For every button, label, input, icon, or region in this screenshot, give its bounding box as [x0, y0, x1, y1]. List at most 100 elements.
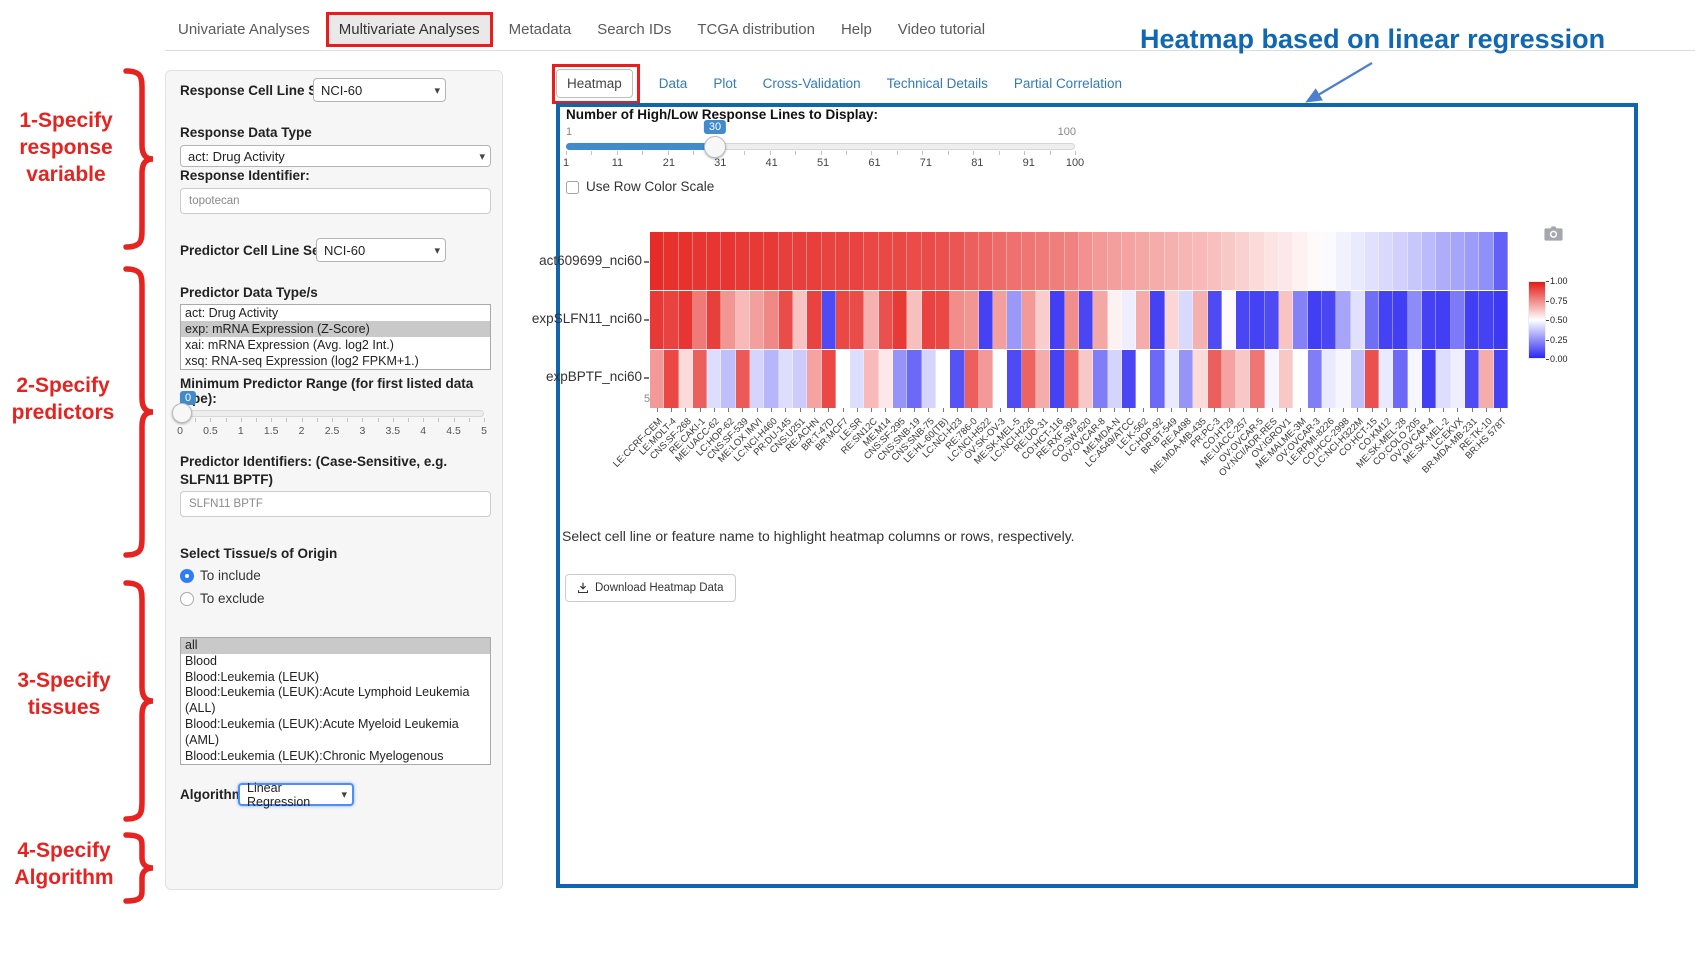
heatmap-cell[interactable]: [979, 232, 993, 290]
heatmap-cell[interactable]: [1036, 232, 1050, 290]
heatmap-cell[interactable]: [879, 291, 893, 349]
heatmap-cell[interactable]: [1136, 291, 1150, 349]
heatmap-cell[interactable]: [936, 291, 950, 349]
heatmap-cell[interactable]: [1093, 291, 1107, 349]
heatmap-cell[interactable]: [1108, 291, 1122, 349]
heatmap-cell[interactable]: [1036, 350, 1050, 408]
heatmap-cell[interactable]: [993, 350, 1007, 408]
heatmap-cell[interactable]: [1222, 291, 1236, 349]
heatmap-cell[interactable]: [764, 291, 778, 349]
heatmap-cell[interactable]: [1293, 232, 1307, 290]
heatmap-cell[interactable]: [736, 232, 750, 290]
heatmap-cell[interactable]: [1150, 291, 1164, 349]
heatmap-row-label[interactable]: act609699_nci60: [516, 253, 642, 268]
heatmap-cell[interactable]: [664, 291, 678, 349]
heatmap-cell[interactable]: [922, 350, 936, 408]
heatmap-cell[interactable]: [850, 232, 864, 290]
heatmap-cell[interactable]: [1408, 350, 1422, 408]
heatmap-cell[interactable]: [879, 232, 893, 290]
nav-item-univariate-analyses[interactable]: Univariate Analyses: [168, 13, 320, 46]
heatmap-cell[interactable]: [1465, 232, 1479, 290]
heatmap-cell[interactable]: [850, 291, 864, 349]
heatmap-cell[interactable]: [664, 232, 678, 290]
listbox-option[interactable]: xai: mRNA Expression (Avg. log2 Int.): [181, 337, 490, 353]
heatmap-cell[interactable]: [950, 350, 964, 408]
heatmap-row-label[interactable]: expSLFN11_nci60: [516, 311, 642, 326]
heatmap-cell[interactable]: [764, 232, 778, 290]
heatmap-cell[interactable]: [822, 291, 836, 349]
heatmap-cell[interactable]: [1093, 232, 1107, 290]
heatmap-cell[interactable]: [650, 232, 664, 290]
heatmap-cell[interactable]: [1351, 291, 1365, 349]
heatmap-cell[interactable]: [1007, 232, 1021, 290]
use-row-color-scale-checkbox[interactable]: [566, 181, 579, 194]
heatmap-cell[interactable]: [907, 232, 921, 290]
listbox-option[interactable]: xsq: RNA-seq Expression (log2 FPKM+1.): [181, 353, 490, 369]
heatmap-cell[interactable]: [650, 291, 664, 349]
heatmap-cell[interactable]: [1336, 350, 1350, 408]
heatmap-cell[interactable]: [936, 350, 950, 408]
heatmap-cell[interactable]: [1422, 291, 1436, 349]
heatmap-cell[interactable]: [779, 350, 793, 408]
heatmap-cell[interactable]: [1408, 291, 1422, 349]
heatmap-cell[interactable]: [950, 232, 964, 290]
heatmap-cell[interactable]: [1379, 232, 1393, 290]
heatmap-cell[interactable]: [1279, 232, 1293, 290]
heatmap-cell[interactable]: [1079, 232, 1093, 290]
heatmap-cell[interactable]: [1293, 291, 1307, 349]
heatmap-cell[interactable]: [879, 350, 893, 408]
heatmap-cell[interactable]: [1022, 291, 1036, 349]
heatmap-cell[interactable]: [1208, 350, 1222, 408]
heatmap-cell[interactable]: [1065, 291, 1079, 349]
heatmap-cell[interactable]: [893, 232, 907, 290]
heatmap-cell[interactable]: [1208, 291, 1222, 349]
nav-item-search-ids[interactable]: Search IDs: [587, 13, 681, 46]
heatmap-cell[interactable]: [965, 291, 979, 349]
heatmap-cell[interactable]: [1050, 232, 1064, 290]
nav-item-tcga-distribution[interactable]: TCGA distribution: [687, 13, 825, 46]
heatmap-cell[interactable]: [1494, 232, 1508, 290]
heatmap-cell[interactable]: [1193, 232, 1207, 290]
heatmap-cell[interactable]: [1494, 291, 1508, 349]
heatmap-cell[interactable]: [1079, 291, 1093, 349]
heatmap-cell[interactable]: [793, 350, 807, 408]
heatmap-cell[interactable]: [1465, 291, 1479, 349]
heatmap-cell[interactable]: [1007, 350, 1021, 408]
response-cell-line-set-select[interactable]: NCI-60▾: [313, 78, 446, 102]
nav-item-metadata[interactable]: Metadata: [499, 13, 582, 46]
tab-technical-details[interactable]: Technical Details: [887, 76, 988, 91]
heatmap-cell[interactable]: [1451, 232, 1465, 290]
heatmap-cell[interactable]: [1208, 232, 1222, 290]
heatmap-cell[interactable]: [907, 350, 921, 408]
tab-data[interactable]: Data: [659, 76, 688, 91]
heatmap-cell[interactable]: [1165, 291, 1179, 349]
heatmap-cell[interactable]: [793, 291, 807, 349]
heatmap-cell[interactable]: [1236, 350, 1250, 408]
tab-cross-validation[interactable]: Cross-Validation: [763, 76, 861, 91]
heatmap-cell[interactable]: [1365, 291, 1379, 349]
heatmap-cell[interactable]: [1179, 291, 1193, 349]
heatmap-cell[interactable]: [922, 291, 936, 349]
heatmap-cell[interactable]: [1122, 291, 1136, 349]
heatmap-cell[interactable]: [650, 350, 664, 408]
heatmap-cell[interactable]: [1436, 232, 1450, 290]
heatmap-cell[interactable]: [1365, 232, 1379, 290]
heatmap-cell[interactable]: [1150, 232, 1164, 290]
listbox-option[interactable]: Blood:Leukemia (LEUK): [181, 670, 490, 686]
heatmap-cell[interactable]: [1479, 350, 1493, 408]
heatmap-cell[interactable]: [1479, 291, 1493, 349]
heatmap-cell[interactable]: [736, 350, 750, 408]
heatmap-cell[interactable]: [1451, 291, 1465, 349]
heatmap-cell[interactable]: [1365, 350, 1379, 408]
heatmap-cell[interactable]: [721, 232, 735, 290]
heatmap-cell[interactable]: [1165, 232, 1179, 290]
heatmap-cell[interactable]: [1136, 350, 1150, 408]
heatmap-cell[interactable]: [1265, 232, 1279, 290]
heatmap-cell[interactable]: [707, 291, 721, 349]
heatmap-cell[interactable]: [1236, 291, 1250, 349]
heatmap-cell[interactable]: [1122, 350, 1136, 408]
heatmap-cell[interactable]: [893, 291, 907, 349]
heatmap-cell[interactable]: [693, 232, 707, 290]
heatmap-cell[interactable]: [1351, 232, 1365, 290]
heatmap-cell[interactable]: [779, 232, 793, 290]
